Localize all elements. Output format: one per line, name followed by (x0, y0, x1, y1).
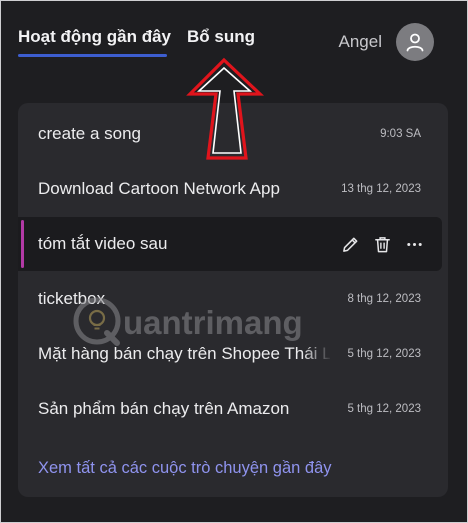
conversation-date: 9:03 SA (380, 128, 421, 140)
conversation-title: ticketbox (38, 289, 106, 308)
conversation-title: Sản phẩm bán chạy trên Amazon (38, 399, 290, 418)
user-menu[interactable]: Angel (339, 23, 434, 61)
conversation-date: 5 thg 12, 2023 (347, 348, 421, 360)
conversation-title: Download Cartoon Network App (38, 179, 280, 198)
active-tab-indicator (18, 54, 167, 57)
tab-recent-activity[interactable]: Hoạt động gần đây (18, 27, 171, 47)
see-all-conversations-link[interactable]: Xem tất cả các cuộc trò chuyện gần đây (38, 459, 332, 478)
app-window: Hoạt động gần đây Bổ sung Angel create a… (0, 0, 468, 523)
row-actions (341, 235, 424, 254)
title-fade (302, 342, 332, 366)
annotation-arrow-icon (186, 57, 265, 160)
more-horizontal-icon[interactable] (405, 235, 424, 254)
user-name: Angel (338, 32, 382, 51)
conversation-row[interactable]: Mặt hàng bán chạy trên Shopee Thái L 5 t… (18, 327, 442, 381)
trash-icon[interactable] (373, 235, 392, 254)
conversation-title: Mặt hàng bán chạy trên Shopee Thái L (38, 344, 330, 363)
user-icon (406, 33, 424, 52)
conversation-title: tóm tắt video sau (38, 234, 168, 253)
conversation-row[interactable]: Download Cartoon Network App 13 thg 12, … (18, 162, 442, 216)
conversation-row[interactable]: ticketbox 8 thg 12, 2023 (18, 272, 442, 326)
tab-extra[interactable]: Bổ sung (187, 27, 255, 47)
avatar[interactable] (396, 23, 434, 61)
conversation-date: 8 thg 12, 2023 (347, 293, 421, 305)
conversation-date: 13 thg 12, 2023 (341, 183, 421, 195)
pencil-icon[interactable] (341, 235, 360, 254)
active-row-accent (21, 220, 24, 268)
conversation-date: 5 thg 12, 2023 (347, 403, 421, 415)
conversation-row-active[interactable]: tóm tắt video sau (18, 217, 442, 271)
conversation-row[interactable]: Sản phẩm bán chạy trên Amazon 5 thg 12, … (18, 382, 442, 436)
conversation-title: create a song (38, 124, 142, 143)
